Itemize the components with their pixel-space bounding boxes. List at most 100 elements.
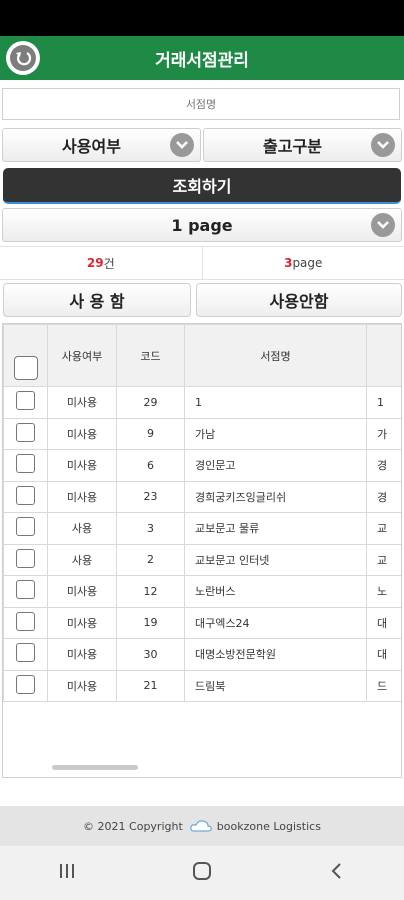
table-row[interactable]: 미사용 19 대구엑스24 대	[3, 606, 401, 639]
cell-extra: 1	[366, 386, 401, 419]
row-checkbox[interactable]	[16, 454, 35, 474]
cell-name: 드림북	[184, 669, 367, 702]
row-checkbox[interactable]	[16, 643, 35, 663]
row-checkbox-cell	[3, 480, 48, 513]
footer: © 2021 Copyright bookzone Logistics	[0, 806, 404, 846]
back-nav-button[interactable]	[307, 853, 367, 893]
cell-status: 사용	[47, 512, 117, 545]
row-checkbox-cell	[3, 386, 48, 419]
cell-status: 미사용	[47, 417, 117, 450]
table-row[interactable]: 미사용 6 경인문고 경	[3, 449, 401, 482]
page-title: 거래서점관리	[155, 50, 249, 71]
count-unit: 건	[103, 256, 115, 271]
cell-extra: 가	[366, 417, 401, 450]
search-button[interactable]: 조회하기	[3, 168, 401, 204]
cell-status: 미사용	[47, 669, 117, 702]
bookstore-name-input[interactable]	[2, 88, 400, 120]
cell-name: 교보문고 인터넷	[184, 543, 367, 576]
row-checkbox[interactable]	[16, 422, 35, 442]
cell-extra: 노	[366, 575, 401, 608]
cell-name: 노란버스	[184, 575, 367, 608]
total-count: 29 건	[0, 247, 203, 279]
horizontal-scrollbar[interactable]	[52, 765, 138, 770]
cell-name: 대명소방전문학원	[184, 638, 367, 671]
cell-code: 30	[116, 638, 185, 671]
cell-extra: 교	[366, 543, 401, 576]
cell-extra: 교	[366, 512, 401, 545]
row-checkbox[interactable]	[16, 611, 35, 631]
release-filter-select[interactable]: 출고구분	[203, 128, 402, 162]
cell-extra: 대	[366, 638, 401, 671]
cell-code: 19	[116, 606, 185, 639]
table-row[interactable]: 미사용 23 경희궁키즈잉글리쉬 경	[3, 480, 401, 513]
table-row[interactable]: 미사용 29 1 1	[3, 386, 401, 419]
cell-status: 미사용	[47, 386, 117, 419]
table-row[interactable]: 미사용 30 대명소방전문학원 대	[3, 638, 401, 671]
cell-code: 23	[116, 480, 185, 513]
cell-status: 미사용	[47, 575, 117, 608]
status-bar	[0, 0, 404, 36]
row-checkbox-cell	[3, 638, 48, 671]
system-nav-bar	[0, 846, 404, 900]
row-checkbox-cell	[3, 417, 48, 450]
page-select-label: 1 page	[171, 215, 233, 235]
cell-code: 2	[116, 543, 185, 576]
row-checkbox-cell	[3, 575, 48, 608]
table-row[interactable]: 사용 3 교보문고 물류 교	[3, 512, 401, 545]
chevron-down-icon	[170, 133, 194, 157]
chevron-down-icon	[371, 213, 395, 237]
result-summary: 29 건 3 page	[0, 246, 404, 280]
cell-name: 경인문고	[184, 449, 367, 482]
cell-extra: 드	[366, 669, 401, 702]
table-row[interactable]: 미사용 12 노란버스 노	[3, 575, 401, 608]
cell-name: 가남	[184, 417, 367, 450]
row-checkbox[interactable]	[16, 580, 35, 600]
select-all-cell	[3, 324, 48, 387]
release-filter-label: 출고구분	[263, 137, 322, 156]
page-select[interactable]: 1 page	[2, 208, 402, 242]
cell-code: 6	[116, 449, 185, 482]
row-checkbox[interactable]	[16, 517, 35, 537]
cell-name: 1	[184, 386, 367, 419]
cell-extra: 경	[366, 449, 401, 482]
cell-extra: 대	[366, 606, 401, 639]
bookstore-table: 사용여부 코드 서점명 미사용 29 1 1 미사용 9 가남 가 미사용 6 …	[3, 324, 401, 702]
home-button[interactable]	[172, 853, 232, 893]
row-checkbox[interactable]	[16, 391, 35, 411]
column-header-name[interactable]: 서점명	[184, 324, 367, 387]
column-header-extra[interactable]	[366, 324, 401, 387]
chevron-down-icon	[371, 133, 395, 157]
copyright-text: © 2021 Copyright	[83, 819, 183, 833]
recent-apps-button[interactable]	[37, 853, 97, 893]
cell-status: 미사용	[47, 449, 117, 482]
row-checkbox-cell	[3, 512, 48, 545]
set-unused-button[interactable]: 사용안함	[196, 283, 402, 317]
pages-value: 3	[284, 256, 293, 270]
row-checkbox[interactable]	[16, 674, 35, 694]
cell-name: 대구엑스24	[184, 606, 367, 639]
back-arrow-icon	[10, 45, 36, 71]
set-used-button[interactable]: 사 용 함	[3, 283, 191, 317]
cell-status: 미사용	[47, 606, 117, 639]
row-checkbox-cell	[3, 606, 48, 639]
chevron-left-icon	[330, 861, 344, 885]
home-icon	[191, 860, 213, 886]
select-all-checkbox[interactable]	[13, 356, 38, 380]
column-header-usage[interactable]: 사용여부	[47, 324, 117, 387]
footer-brand: bookzone Logistics	[216, 819, 321, 833]
cell-code: 9	[116, 417, 185, 450]
cell-code: 12	[116, 575, 185, 608]
table-row[interactable]: 미사용 9 가남 가	[3, 417, 401, 450]
row-checkbox-cell	[3, 449, 48, 482]
row-checkbox[interactable]	[16, 548, 35, 568]
back-button[interactable]	[6, 41, 40, 75]
row-checkbox[interactable]	[16, 485, 35, 505]
cell-name: 경희궁키즈잉글리쉬	[184, 480, 367, 513]
cell-status: 미사용	[47, 638, 117, 671]
usage-filter-select[interactable]: 사용여부	[2, 128, 201, 162]
count-value: 29	[86, 256, 104, 270]
table-row[interactable]: 사용 2 교보문고 인터넷 교	[3, 543, 401, 576]
table-row[interactable]: 미사용 21 드림북 드	[3, 669, 401, 702]
row-checkbox-cell	[3, 669, 48, 702]
column-header-code[interactable]: 코드	[116, 324, 185, 387]
